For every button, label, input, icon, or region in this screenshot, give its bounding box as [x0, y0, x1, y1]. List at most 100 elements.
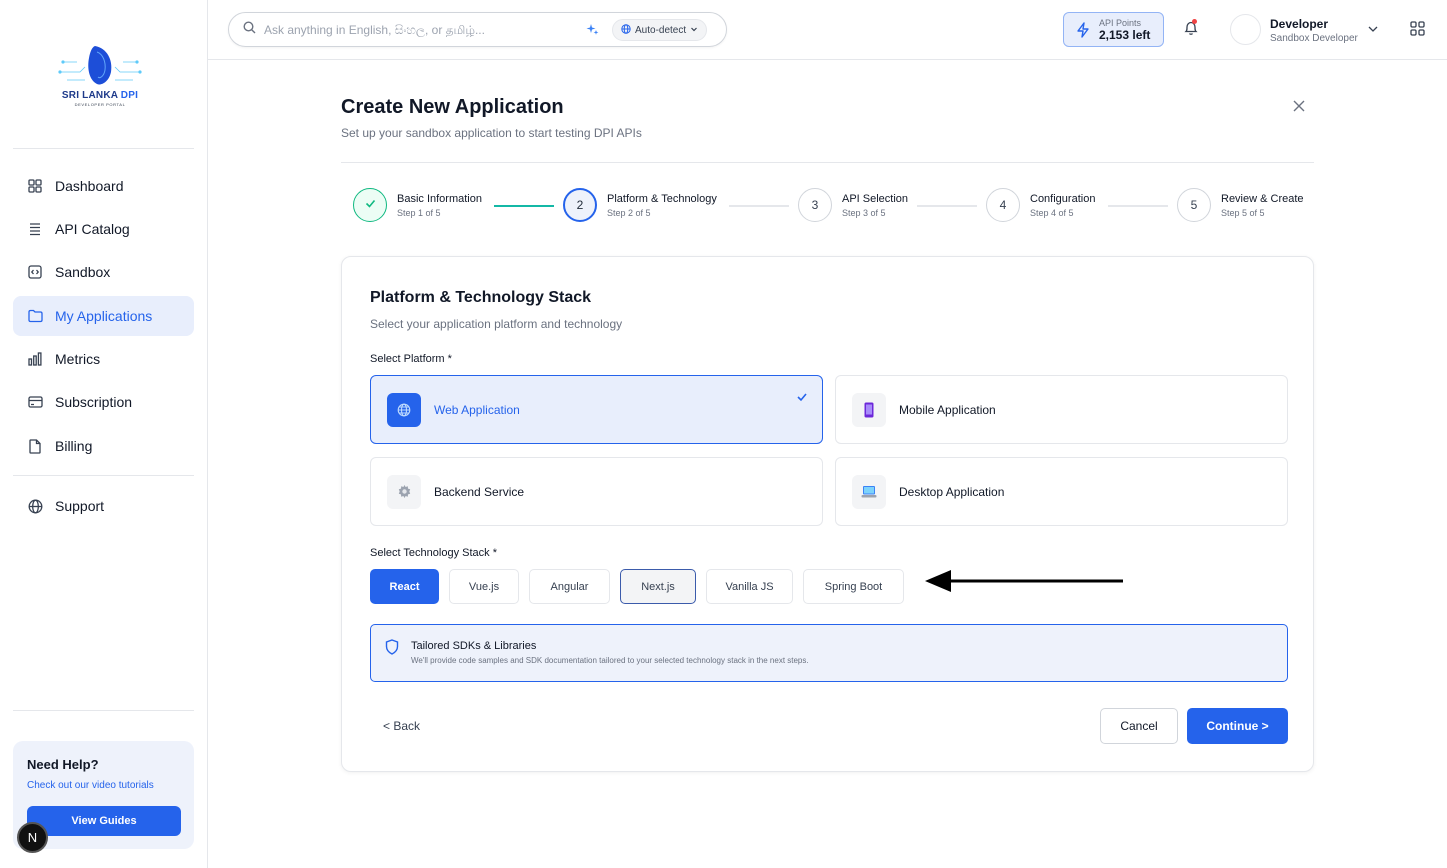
- tailored-sdks-info: Tailored SDKs & Libraries We'll provide …: [370, 624, 1288, 682]
- sidebar-item-sandbox[interactable]: Sandbox: [13, 252, 194, 292]
- info-text: We'll provide code samples and SDK docum…: [411, 656, 809, 665]
- top-header: Auto-detect API Points 2,153 left Develo…: [208, 0, 1447, 60]
- step-done-circle: [353, 188, 387, 222]
- sidebar-item-label: Subscription: [55, 394, 133, 410]
- sidebar-item-label: Sandbox: [55, 264, 111, 280]
- platform-label-text: Desktop Application: [899, 484, 1005, 499]
- tech-option-spring-boot[interactable]: Spring Boot: [803, 569, 904, 604]
- code-box-icon: [27, 264, 43, 280]
- laptop-icon: [852, 474, 886, 509]
- step-name: Platform & Technology: [607, 192, 717, 205]
- api-points-badge[interactable]: API Points 2,153 left: [1063, 12, 1164, 47]
- step-number-text: Step 4 of 5: [1030, 207, 1074, 218]
- cancel-button[interactable]: Cancel: [1100, 708, 1178, 744]
- step-connector: [729, 205, 789, 207]
- search-input[interactable]: [264, 22, 574, 37]
- step-name: Review & Create: [1221, 192, 1304, 205]
- step-connector: [1108, 205, 1168, 207]
- header-divider: [341, 162, 1314, 163]
- platform-label: Select Platform *: [370, 353, 452, 365]
- api-points-value: 2,153 left: [1099, 27, 1151, 42]
- checkmark-icon: [796, 390, 808, 408]
- sidebar-item-my-applications[interactable]: My Applications: [13, 296, 194, 336]
- sidebar-item-dashboard[interactable]: Dashboard: [13, 166, 194, 206]
- step-review-create[interactable]: 5 Review & Create Step 5 of 5: [1177, 188, 1304, 222]
- bar-chart-icon: [27, 351, 43, 367]
- step-pending-circle: 5: [1177, 188, 1211, 222]
- tech-option-vanilla-js[interactable]: Vanilla JS: [706, 569, 793, 604]
- step-api-selection[interactable]: 3 API Selection Step 3 of 5: [798, 188, 908, 222]
- notification-dot: [1192, 19, 1197, 24]
- language-select[interactable]: Auto-detect: [612, 19, 708, 41]
- step-number-text: Step 5 of 5: [1221, 207, 1265, 218]
- platform-option-web[interactable]: Web Application: [370, 375, 823, 444]
- platform-option-mobile[interactable]: Mobile Application: [835, 375, 1288, 444]
- step-name: API Selection: [842, 192, 909, 205]
- step-connector: [494, 205, 554, 207]
- globe-icon: [387, 392, 421, 427]
- view-guides-button[interactable]: View Guides: [27, 806, 181, 836]
- sidebar-item-metrics[interactable]: Metrics: [13, 339, 194, 379]
- sidebar-item-api-catalog[interactable]: API Catalog: [13, 209, 194, 249]
- step-current-circle: 2: [563, 188, 597, 222]
- tech-option-vue[interactable]: Vue.js: [449, 569, 519, 604]
- ai-sparkle-icon[interactable]: [586, 23, 599, 41]
- avatar[interactable]: [1230, 14, 1261, 45]
- back-button[interactable]: < Back: [383, 719, 420, 733]
- card-subtitle: Select your application platform and tec…: [370, 317, 623, 331]
- sidebar-item-label: API Catalog: [55, 221, 130, 237]
- globe-icon: [621, 23, 631, 37]
- step-number-text: Step 1 of 5: [397, 207, 441, 218]
- file-icon: [27, 438, 43, 454]
- sidebar-item-label: Support: [55, 498, 105, 514]
- next-dev-badge[interactable]: N: [17, 822, 48, 853]
- logo-mark-icon: [55, 42, 145, 88]
- tech-option-react[interactable]: React: [370, 569, 439, 604]
- logo-subtitle: DEVELOPER PORTAL: [74, 101, 126, 107]
- chevron-down-icon[interactable]: [1367, 22, 1379, 40]
- close-icon[interactable]: [1291, 98, 1307, 114]
- chevron-down-icon: [690, 25, 698, 36]
- sidebar-item-label: My Applications: [55, 308, 153, 324]
- help-subtitle: Check out our video tutorials: [27, 780, 154, 791]
- continue-button[interactable]: Continue >: [1187, 708, 1288, 744]
- platform-label-text: Backend Service: [434, 484, 525, 499]
- folder-icon: [27, 308, 43, 324]
- globe-icon: [27, 498, 43, 514]
- page-title: Create New Application: [341, 96, 564, 118]
- sidebar-item-support[interactable]: Support: [13, 486, 194, 526]
- platform-option-desktop[interactable]: Desktop Application: [835, 457, 1288, 526]
- sri-lanka-dpi-logo[interactable]: SRI LANKA DPI DEVELOPER PORTAL: [40, 28, 160, 120]
- search-icon: [243, 20, 256, 39]
- step-number-text: Step 2 of 5: [607, 207, 651, 218]
- api-points-label: API Points: [1099, 17, 1142, 28]
- language-label: Auto-detect: [635, 24, 687, 36]
- sidebar-item-billing[interactable]: Billing: [13, 426, 194, 466]
- step-name: Basic Information: [397, 192, 482, 205]
- platform-option-backend[interactable]: Backend Service: [370, 457, 823, 526]
- bell-icon: [1184, 21, 1198, 40]
- checkmark-icon: [364, 197, 377, 213]
- apps-grid-icon[interactable]: [1410, 21, 1425, 41]
- step-platform-technology[interactable]: 2 Platform & Technology Step 2 of 5: [563, 188, 717, 222]
- search-bar[interactable]: Auto-detect: [228, 12, 727, 47]
- sidebar-item-subscription[interactable]: Subscription: [13, 382, 194, 422]
- sidebar-item-label: Metrics: [55, 351, 101, 367]
- sidebar-item-label: Dashboard: [55, 178, 124, 194]
- step-basic-information[interactable]: Basic Information Step 1 of 5: [353, 188, 482, 222]
- tech-option-angular[interactable]: Angular: [529, 569, 610, 604]
- tech-option-nextjs[interactable]: Next.js: [620, 569, 696, 604]
- lightning-icon: [1076, 21, 1090, 38]
- sidebar-item-label: Billing: [55, 438, 93, 454]
- step-name: Configuration: [1030, 192, 1096, 205]
- user-name[interactable]: Developer: [1270, 17, 1328, 31]
- sidebar-divider: [13, 710, 194, 711]
- notifications-button[interactable]: [1184, 19, 1198, 41]
- tech-stack-label: Select Technology Stack *: [370, 547, 497, 559]
- sidebar-divider: [13, 475, 194, 476]
- sidebar: SRI LANKA DPI DEVELOPER PORTAL Dashboard…: [0, 0, 208, 868]
- step-configuration[interactable]: 4 Configuration Step 4 of 5: [986, 188, 1095, 222]
- step-pending-circle: 4: [986, 188, 1020, 222]
- page-subtitle: Set up your sandbox application to start…: [341, 126, 642, 140]
- shield-icon: [385, 639, 399, 660]
